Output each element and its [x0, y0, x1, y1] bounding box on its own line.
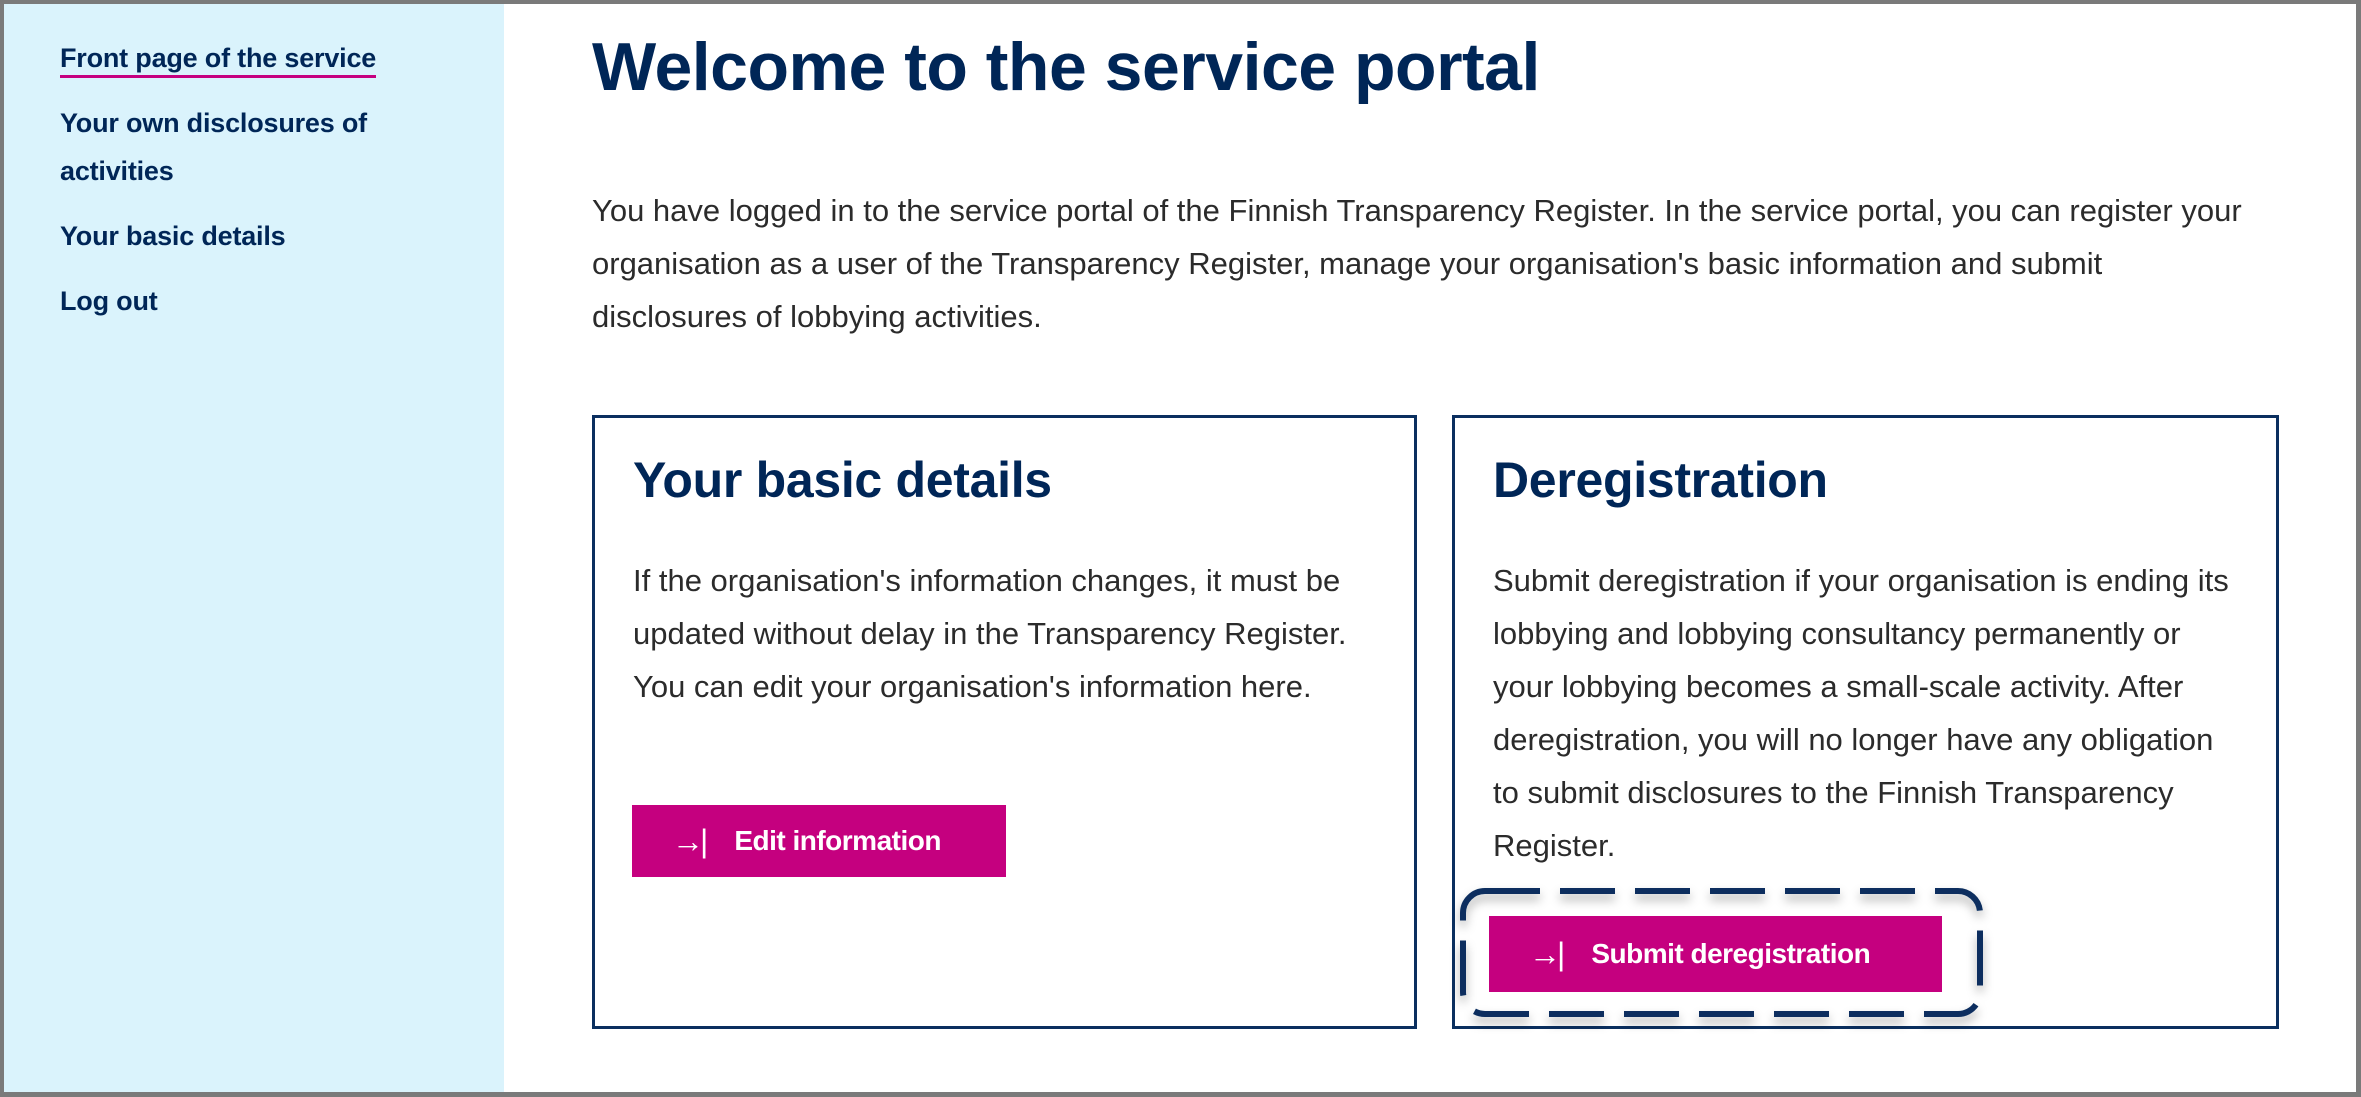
basic-details-card: Your basic details If the organisation's… — [592, 415, 1417, 1029]
sidebar-link-front-page[interactable]: Front page of the service — [60, 43, 376, 78]
arrow-right-to-bar-icon: →| — [1529, 935, 1565, 972]
deregistration-card: Deregistration Submit deregistration if … — [1452, 415, 2279, 1029]
sidebar-link-own-disclosures[interactable]: Your own disclosures of activities — [60, 108, 367, 186]
edit-information-label: Edit information — [734, 825, 941, 856]
intro-paragraph: You have logged in to the service portal… — [592, 193, 2242, 334]
basic-details-card-text: If the organisation's information change… — [633, 563, 1347, 704]
submit-deregistration-button[interactable]: →| Submit deregistration — [1489, 916, 1942, 992]
sidebar-link-basic-details[interactable]: Your basic details — [60, 221, 286, 251]
page-title: Welcome to the service portal — [592, 29, 1540, 105]
submit-deregistration-label: Submit deregistration — [1591, 938, 1871, 969]
edit-information-button[interactable]: →| Edit information — [632, 805, 1006, 877]
sidebar-item-front-page: Front page of the service — [60, 34, 480, 82]
sidebar-link-log-out[interactable]: Log out — [60, 286, 158, 316]
deregistration-card-title: Deregistration — [1493, 452, 1828, 508]
sidebar: Front page of the service Your own discl… — [4, 4, 504, 1092]
sidebar-item-basic-details: Your basic details — [60, 212, 480, 260]
basic-details-card-title: Your basic details — [633, 452, 1052, 508]
arrow-right-to-bar-icon: →| — [672, 822, 708, 859]
sidebar-nav: Front page of the service Your own discl… — [60, 34, 480, 342]
sidebar-item-log-out: Log out — [60, 277, 480, 325]
screenshot-frame: Front page of the service Your own discl… — [0, 0, 2361, 1097]
deregistration-card-text: Submit deregistration if your organisati… — [1493, 563, 2229, 863]
sidebar-item-own-disclosures: Your own disclosures of activities — [60, 99, 480, 195]
